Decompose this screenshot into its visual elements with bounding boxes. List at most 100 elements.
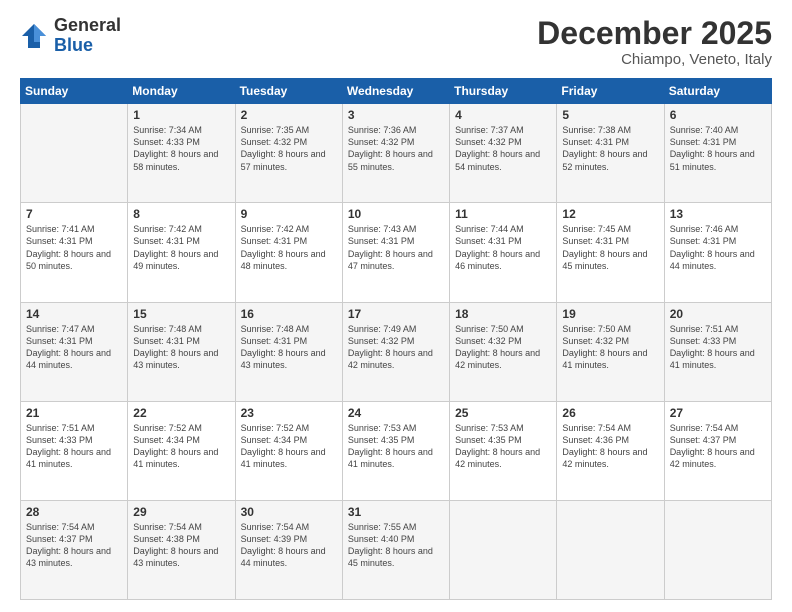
table-row: 7 Sunrise: 7:41 AM Sunset: 4:31 PM Daylig… bbox=[21, 203, 128, 302]
day-number: 24 bbox=[348, 406, 444, 420]
table-row: 24 Sunrise: 7:53 AM Sunset: 4:35 PM Dayli… bbox=[342, 401, 449, 500]
col-thursday: Thursday bbox=[450, 79, 557, 104]
day-number: 27 bbox=[670, 406, 766, 420]
table-row: 4Sunrise: 7:37 AM Sunset: 4:32 PM Daylig… bbox=[450, 104, 557, 203]
table-row: 27 Sunrise: 7:54 AM Sunset: 4:37 PM Dayli… bbox=[664, 401, 771, 500]
day-number: 28 bbox=[26, 505, 122, 519]
day-number: 7 bbox=[26, 207, 122, 221]
day-number: 1 bbox=[133, 108, 229, 122]
table-row: 16Sunrise: 7:48 AM Sunset: 4:31 PM Dayli… bbox=[235, 302, 342, 401]
day-number: 5 bbox=[562, 108, 658, 122]
day-number: 26 bbox=[562, 406, 658, 420]
table-row: 31 Sunrise: 7:55 AM Sunset: 4:40 PM Dayli… bbox=[342, 500, 449, 599]
day-number: 20 bbox=[670, 307, 766, 321]
cell-sun-info: Sunrise: 7:54 AM Sunset: 4:36 PM Dayligh… bbox=[562, 422, 658, 471]
table-row: 3Sunrise: 7:36 AM Sunset: 4:32 PM Daylig… bbox=[342, 104, 449, 203]
logo: General Blue bbox=[20, 16, 121, 56]
table-row: 11 Sunrise: 7:44 AM Sunset: 4:31 PM Dayli… bbox=[450, 203, 557, 302]
calendar-week-row: 14Sunrise: 7:47 AM Sunset: 4:31 PM Dayli… bbox=[21, 302, 772, 401]
cell-sun-info: Sunrise: 7:54 AM Sunset: 4:37 PM Dayligh… bbox=[26, 521, 122, 570]
logo-icon bbox=[20, 22, 48, 50]
calendar-table: Sunday Monday Tuesday Wednesday Thursday… bbox=[20, 78, 772, 600]
col-monday: Monday bbox=[128, 79, 235, 104]
day-number: 2 bbox=[241, 108, 337, 122]
cell-sun-info: Sunrise: 7:35 AM Sunset: 4:32 PM Dayligh… bbox=[241, 124, 337, 173]
col-wednesday: Wednesday bbox=[342, 79, 449, 104]
cell-sun-info: Sunrise: 7:49 AM Sunset: 4:32 PM Dayligh… bbox=[348, 323, 444, 372]
cell-sun-info: Sunrise: 7:55 AM Sunset: 4:40 PM Dayligh… bbox=[348, 521, 444, 570]
day-number: 22 bbox=[133, 406, 229, 420]
cell-sun-info: Sunrise: 7:42 AM Sunset: 4:31 PM Dayligh… bbox=[241, 223, 337, 272]
calendar-week-row: 7 Sunrise: 7:41 AM Sunset: 4:31 PM Daylig… bbox=[21, 203, 772, 302]
table-row: 2 Sunrise: 7:35 AM Sunset: 4:32 PM Daylig… bbox=[235, 104, 342, 203]
cell-sun-info: Sunrise: 7:52 AM Sunset: 4:34 PM Dayligh… bbox=[133, 422, 229, 471]
day-number: 14 bbox=[26, 307, 122, 321]
table-row: 18Sunrise: 7:50 AM Sunset: 4:32 PM Dayli… bbox=[450, 302, 557, 401]
table-row: 21Sunrise: 7:51 AM Sunset: 4:33 PM Dayli… bbox=[21, 401, 128, 500]
table-row: 25 Sunrise: 7:53 AM Sunset: 4:35 PM Dayli… bbox=[450, 401, 557, 500]
cell-sun-info: Sunrise: 7:37 AM Sunset: 4:32 PM Dayligh… bbox=[455, 124, 551, 173]
day-number: 29 bbox=[133, 505, 229, 519]
table-row: 30Sunrise: 7:54 AM Sunset: 4:39 PM Dayli… bbox=[235, 500, 342, 599]
table-row: 17 Sunrise: 7:49 AM Sunset: 4:32 PM Dayli… bbox=[342, 302, 449, 401]
day-number: 6 bbox=[670, 108, 766, 122]
table-row: 8 Sunrise: 7:42 AM Sunset: 4:31 PM Daylig… bbox=[128, 203, 235, 302]
day-number: 30 bbox=[241, 505, 337, 519]
logo-blue-text: Blue bbox=[54, 36, 121, 56]
table-row bbox=[664, 500, 771, 599]
day-number: 31 bbox=[348, 505, 444, 519]
col-tuesday: Tuesday bbox=[235, 79, 342, 104]
location: Chiampo, Veneto, Italy bbox=[537, 51, 772, 68]
month-title: December 2025 bbox=[537, 16, 772, 51]
weekday-header-row: Sunday Monday Tuesday Wednesday Thursday… bbox=[21, 79, 772, 104]
day-number: 17 bbox=[348, 307, 444, 321]
day-number: 10 bbox=[348, 207, 444, 221]
cell-sun-info: Sunrise: 7:40 AM Sunset: 4:31 PM Dayligh… bbox=[670, 124, 766, 173]
cell-sun-info: Sunrise: 7:50 AM Sunset: 4:32 PM Dayligh… bbox=[562, 323, 658, 372]
day-number: 12 bbox=[562, 207, 658, 221]
table-row: 14Sunrise: 7:47 AM Sunset: 4:31 PM Dayli… bbox=[21, 302, 128, 401]
logo-text: General Blue bbox=[54, 16, 121, 56]
day-number: 16 bbox=[241, 307, 337, 321]
table-row: 5Sunrise: 7:38 AM Sunset: 4:31 PM Daylig… bbox=[557, 104, 664, 203]
col-friday: Friday bbox=[557, 79, 664, 104]
day-number: 15 bbox=[133, 307, 229, 321]
day-number: 18 bbox=[455, 307, 551, 321]
table-row: 19 Sunrise: 7:50 AM Sunset: 4:32 PM Dayli… bbox=[557, 302, 664, 401]
cell-sun-info: Sunrise: 7:53 AM Sunset: 4:35 PM Dayligh… bbox=[348, 422, 444, 471]
cell-sun-info: Sunrise: 7:45 AM Sunset: 4:31 PM Dayligh… bbox=[562, 223, 658, 272]
cell-sun-info: Sunrise: 7:42 AM Sunset: 4:31 PM Dayligh… bbox=[133, 223, 229, 272]
table-row bbox=[450, 500, 557, 599]
day-number: 9 bbox=[241, 207, 337, 221]
cell-sun-info: Sunrise: 7:43 AM Sunset: 4:31 PM Dayligh… bbox=[348, 223, 444, 272]
day-number: 13 bbox=[670, 207, 766, 221]
table-row: 15Sunrise: 7:48 AM Sunset: 4:31 PM Dayli… bbox=[128, 302, 235, 401]
header: General Blue December 2025 Chiampo, Vene… bbox=[20, 16, 772, 68]
page: General Blue December 2025 Chiampo, Vene… bbox=[0, 0, 792, 612]
cell-sun-info: Sunrise: 7:51 AM Sunset: 4:33 PM Dayligh… bbox=[670, 323, 766, 372]
day-number: 8 bbox=[133, 207, 229, 221]
cell-sun-info: Sunrise: 7:41 AM Sunset: 4:31 PM Dayligh… bbox=[26, 223, 122, 272]
day-number: 19 bbox=[562, 307, 658, 321]
day-number: 11 bbox=[455, 207, 551, 221]
col-sunday: Sunday bbox=[21, 79, 128, 104]
table-row: 10 Sunrise: 7:43 AM Sunset: 4:31 PM Dayli… bbox=[342, 203, 449, 302]
table-row: 26 Sunrise: 7:54 AM Sunset: 4:36 PM Dayli… bbox=[557, 401, 664, 500]
col-saturday: Saturday bbox=[664, 79, 771, 104]
cell-sun-info: Sunrise: 7:46 AM Sunset: 4:31 PM Dayligh… bbox=[670, 223, 766, 272]
day-number: 3 bbox=[348, 108, 444, 122]
day-number: 25 bbox=[455, 406, 551, 420]
cell-sun-info: Sunrise: 7:52 AM Sunset: 4:34 PM Dayligh… bbox=[241, 422, 337, 471]
cell-sun-info: Sunrise: 7:54 AM Sunset: 4:37 PM Dayligh… bbox=[670, 422, 766, 471]
calendar-week-row: 28 Sunrise: 7:54 AM Sunset: 4:37 PM Dayli… bbox=[21, 500, 772, 599]
cell-sun-info: Sunrise: 7:54 AM Sunset: 4:38 PM Dayligh… bbox=[133, 521, 229, 570]
calendar-week-row: 21Sunrise: 7:51 AM Sunset: 4:33 PM Dayli… bbox=[21, 401, 772, 500]
table-row: 12 Sunrise: 7:45 AM Sunset: 4:31 PM Dayli… bbox=[557, 203, 664, 302]
cell-sun-info: Sunrise: 7:44 AM Sunset: 4:31 PM Dayligh… bbox=[455, 223, 551, 272]
table-row: 29 Sunrise: 7:54 AM Sunset: 4:38 PM Dayli… bbox=[128, 500, 235, 599]
table-row: 9 Sunrise: 7:42 AM Sunset: 4:31 PM Daylig… bbox=[235, 203, 342, 302]
table-row: 6 Sunrise: 7:40 AM Sunset: 4:31 PM Daylig… bbox=[664, 104, 771, 203]
cell-sun-info: Sunrise: 7:53 AM Sunset: 4:35 PM Dayligh… bbox=[455, 422, 551, 471]
table-row bbox=[21, 104, 128, 203]
table-row: 22 Sunrise: 7:52 AM Sunset: 4:34 PM Dayli… bbox=[128, 401, 235, 500]
